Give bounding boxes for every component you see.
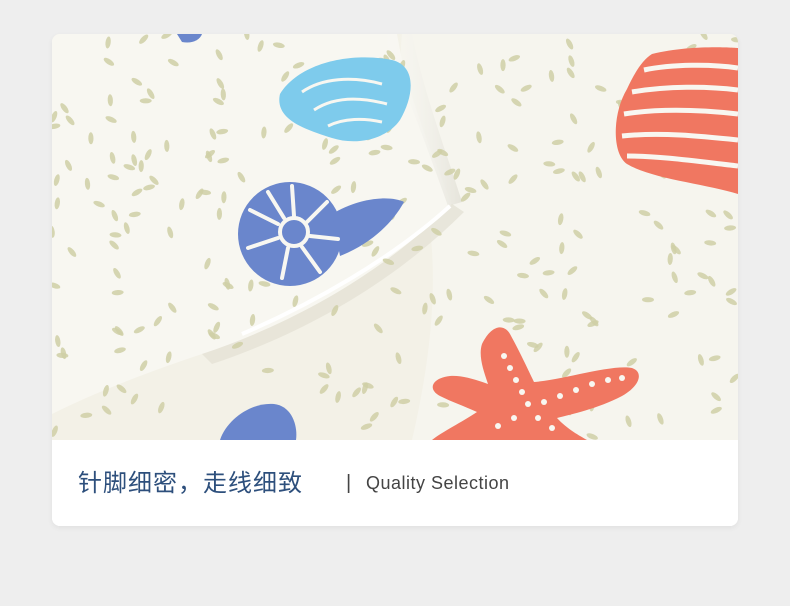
fabric-photo <box>52 34 738 440</box>
caption-title-en: Quality Selection <box>366 473 510 493</box>
caption-bar: 针脚细密，走线细致 | Quality Selection <box>52 440 738 526</box>
product-detail-card: 针脚细密，走线细致 | Quality Selection <box>52 34 738 526</box>
caption-separator: | <box>346 472 352 494</box>
caption-title-cn: 针脚细密，走线细致 <box>78 469 303 497</box>
